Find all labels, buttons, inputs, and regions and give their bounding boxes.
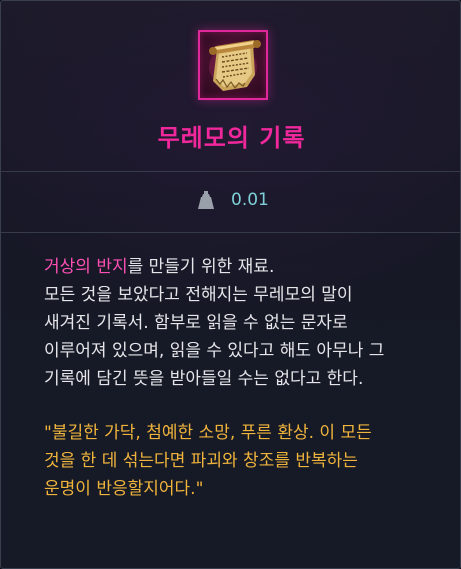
item-tooltip: 무레모의 기록 0.01 거상의 반지를 만들기 위한 재료. 모든 것을 보았… — [0, 0, 461, 569]
description-line: 모든 것을 보았다고 전해지는 무레모의 말이 — [44, 285, 353, 305]
linked-item-name: 거상의 반지 — [44, 257, 128, 277]
lore-line: 운명이 반응할지어다." — [44, 479, 204, 499]
lore-line: "불길한 가닥, 첨예한 소망, 푸른 환상. 이 모든 — [44, 423, 372, 443]
weight-row: 0.01 — [1, 172, 460, 232]
scroll-icon — [209, 40, 261, 91]
weight-divider — [1, 232, 460, 233]
lore-text: "불길한 가닥, 첨예한 소망, 푸른 환상. 이 모든 것을 한 데 섞는다면… — [44, 419, 454, 503]
weight-value: 0.01 — [231, 190, 269, 210]
description-line: 기록에 담긴 뜻을 받아들일 수는 없다고 한다. — [44, 369, 364, 389]
lore-line: 것을 한 데 섞는다면 파괴와 창조를 반복하는 — [44, 451, 358, 471]
description-line: 이루어져 있으며, 읽을 수 있다고 해도 아무나 그 — [44, 341, 385, 361]
description-line: 새겨진 기록서. 함부로 읽을 수 없는 문자로 — [44, 313, 348, 333]
description-line-rest: 를 만들기 위한 재료. — [127, 257, 275, 277]
description-line: 거상의 반지를 만들기 위한 재료. — [44, 253, 444, 281]
item-icon-frame — [198, 30, 268, 100]
item-description: 거상의 반지를 만들기 위한 재료. 모든 것을 보았다고 전해지는 무레모의 … — [44, 253, 444, 393]
item-name: 무레모의 기록 — [157, 124, 306, 152]
weight-icon — [198, 191, 214, 209]
tooltip-header: 무레모의 기록 — [1, 1, 460, 171]
